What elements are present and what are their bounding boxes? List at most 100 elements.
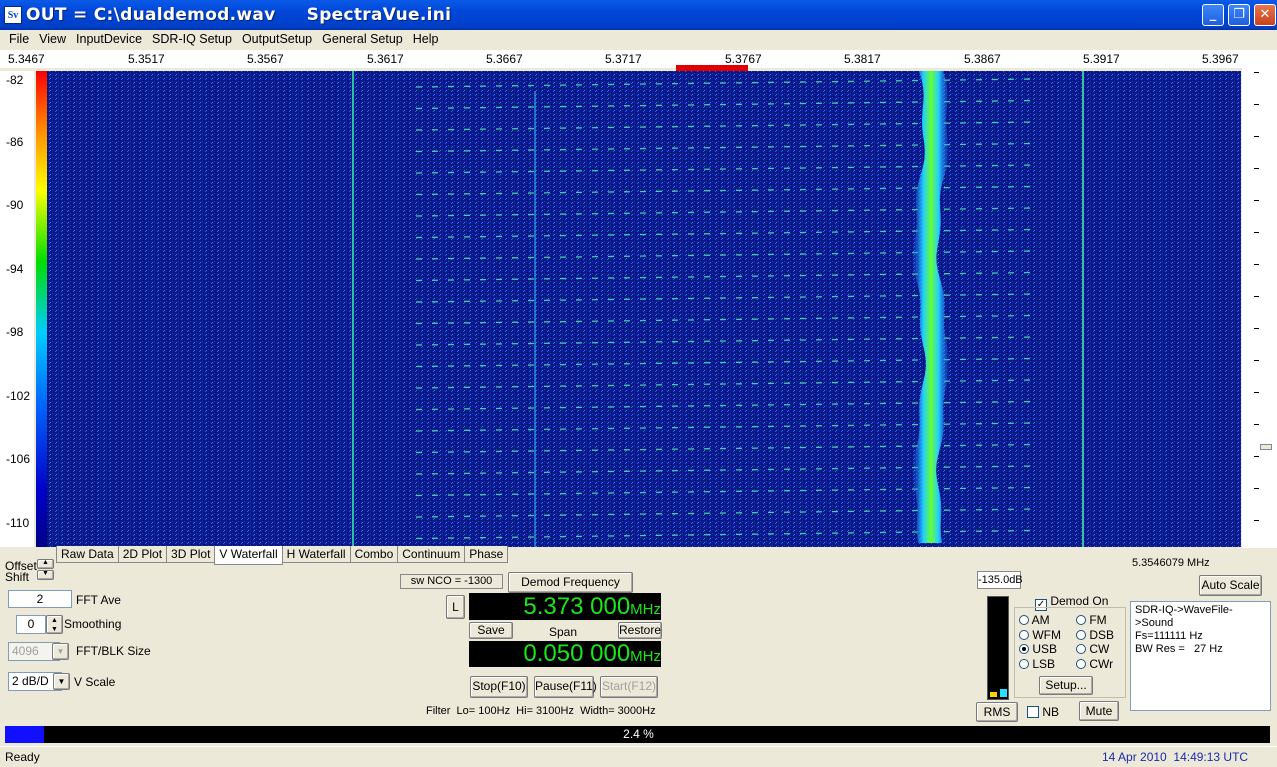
chevron-down-icon[interactable]: ▼ <box>52 643 69 660</box>
freq-tick-label: 5.3517 <box>128 52 165 66</box>
center-frequency-unit: MHz <box>630 601 661 618</box>
freq-tick-label: 5.3917 <box>1083 52 1120 66</box>
menu-view[interactable]: View <box>34 30 71 46</box>
radio-icon <box>1019 630 1029 640</box>
smoothing-field[interactable]: 0 <box>16 615 46 634</box>
menu-sdr-iq-setup[interactable]: SDR-IQ Setup <box>147 30 237 46</box>
span-frequency-unit: MHz <box>630 648 661 665</box>
stop-button[interactable]: Stop(F10) <box>470 676 528 698</box>
fft-blk-size-label: FFT/BLK Size <box>76 644 151 658</box>
db-axis: -82 -86 -90 -94 -98 -102 -106 -110 <box>0 71 34 547</box>
status-text: Ready <box>5 750 40 764</box>
freq-tick-label: 5.3767 <box>725 52 762 66</box>
freq-tick-label: 5.3867 <box>964 52 1001 66</box>
level-readout: -135.0dB <box>977 571 1023 589</box>
tab-phase[interactable]: Phase <box>464 546 509 563</box>
menu-inputdevice[interactable]: InputDevice <box>71 30 147 46</box>
tab-h-waterfall[interactable]: H Waterfall <box>281 546 351 563</box>
waterfall-canvas <box>36 71 1241 547</box>
cursor-frequency-readout: 5.3546079 MHz <box>1132 557 1210 569</box>
span-frequency-value: 0.050 000 <box>523 640 631 667</box>
offset-spinner[interactable]: ▲ <box>37 559 54 569</box>
lock-button[interactable]: L <box>446 595 465 619</box>
menu-file[interactable]: File <box>4 30 34 46</box>
db-tick-label: -98 <box>6 325 24 339</box>
shift-label: Shift <box>5 570 30 584</box>
tab-raw-data[interactable]: Raw Data <box>56 546 119 563</box>
fft-ave-field[interactable]: 2 <box>8 590 72 608</box>
minimize-button[interactable]: _ <box>1202 4 1224 26</box>
mode-dsb-radio[interactable]: DSB <box>1076 628 1114 642</box>
ruler-tick <box>1254 392 1259 393</box>
carrier-line <box>352 71 354 547</box>
ruler-tick <box>1254 264 1259 265</box>
ruler-tick <box>1254 200 1259 201</box>
shift-spinner[interactable]: ▼ <box>37 570 54 580</box>
setup-button[interactable]: Setup... <box>1039 676 1093 695</box>
smoothing-spinner[interactable]: ▲ ▼ <box>46 615 63 634</box>
menu-outputsetup[interactable]: OutputSetup <box>237 30 317 46</box>
ruler-tick <box>1254 488 1259 489</box>
close-button[interactable]: ✕ <box>1254 4 1276 26</box>
menu-help[interactable]: Help <box>408 30 444 46</box>
sw-nco-readout: sw NCO = -1300 <box>400 574 503 589</box>
tab-3d-plot[interactable]: 3D Plot <box>166 546 216 563</box>
restore-button[interactable]: Restore <box>618 622 662 639</box>
mode-label: WFM <box>1032 628 1061 642</box>
menu-bar: File View InputDevice SDR-IQ Setup OutputSet… <box>0 30 1277 50</box>
chevron-down-icon[interactable]: ▼ <box>53 673 70 690</box>
mode-cwr-radio[interactable]: CWr <box>1076 657 1113 671</box>
center-frequency-display[interactable]: 5.373 000MHz <box>469 593 661 620</box>
mode-usb-radio[interactable]: USB <box>1019 642 1057 656</box>
app-icon[interactable]: Sv <box>4 6 22 24</box>
mode-label: CW <box>1089 642 1110 656</box>
start-button[interactable]: Start(F12) <box>600 676 658 698</box>
tab-v-waterfall[interactable]: V Waterfall <box>214 546 283 565</box>
save-button[interactable]: Save <box>469 622 513 639</box>
frequency-axis: 5.3467 5.3517 5.3567 5.3617 5.3667 5.371… <box>0 50 1277 68</box>
info-box: SDR-IQ->WaveFile->Sound Fs=111111 Hz BW … <box>1130 601 1271 711</box>
db-tick-label: -82 <box>6 73 24 87</box>
waterfall-display[interactable] <box>36 71 1241 547</box>
fft-ave-label: FFT Ave <box>76 593 121 607</box>
status-bar: Ready 14 Apr 2010 14:49:13 UTC <box>0 746 1277 767</box>
window-title: OUT = C:\dualdemod.wav SpectraVue.ini <box>26 5 452 25</box>
mode-label: LSB <box>1032 657 1056 671</box>
nb-label: NB <box>1042 705 1060 719</box>
tab-continuum[interactable]: Continuum <box>397 546 466 563</box>
mode-wfm-radio[interactable]: WFM <box>1019 628 1061 642</box>
auto-scale-button[interactable]: Auto Scale <box>1199 575 1262 596</box>
radio-icon <box>1076 630 1086 640</box>
mode-cw-radio[interactable]: CW <box>1076 642 1109 656</box>
radio-icon <box>1019 615 1029 625</box>
tab-2d-plot[interactable]: 2D Plot <box>117 546 168 563</box>
status-datetime: 14 Apr 2010 14:49:13 UTC <box>1102 750 1249 764</box>
ruler-tick <box>1254 296 1259 297</box>
rms-button[interactable]: RMS <box>976 702 1018 722</box>
radio-icon <box>1076 615 1086 625</box>
ruler-slider-handle[interactable] <box>1260 444 1272 450</box>
scale-ruler <box>1242 68 1277 548</box>
pause-button[interactable]: Pause(F11) <box>534 676 597 698</box>
mode-label: AM <box>1031 613 1050 627</box>
info-line: Fs=111111 Hz <box>1135 630 1203 642</box>
vscale-label: V Scale <box>74 675 116 689</box>
tab-combo[interactable]: Combo <box>349 546 399 563</box>
mute-button[interactable]: Mute <box>1079 701 1119 721</box>
menu-general-setup[interactable]: General Setup <box>317 30 408 46</box>
mode-fm-radio[interactable]: FM <box>1076 613 1107 627</box>
mode-label: FM <box>1089 613 1107 627</box>
maximize-button[interactable]: ❐ <box>1228 4 1250 26</box>
ruler-tick <box>1254 520 1259 521</box>
carrier-line <box>1082 71 1084 547</box>
ruler-tick <box>1254 424 1259 425</box>
radio-icon <box>1076 659 1086 669</box>
mode-am-radio[interactable]: AM <box>1019 613 1050 627</box>
mode-label: DSB <box>1089 628 1115 642</box>
nb-checkbox[interactable]: NB <box>1027 705 1059 719</box>
db-tick-label: -106 <box>6 452 31 466</box>
ruler-tick <box>1254 168 1259 169</box>
span-frequency-display[interactable]: 0.050 000MHz <box>469 641 661 667</box>
demod-frequency-button[interactable]: Demod Frequency <box>508 572 633 593</box>
mode-lsb-radio[interactable]: LSB <box>1019 657 1055 671</box>
